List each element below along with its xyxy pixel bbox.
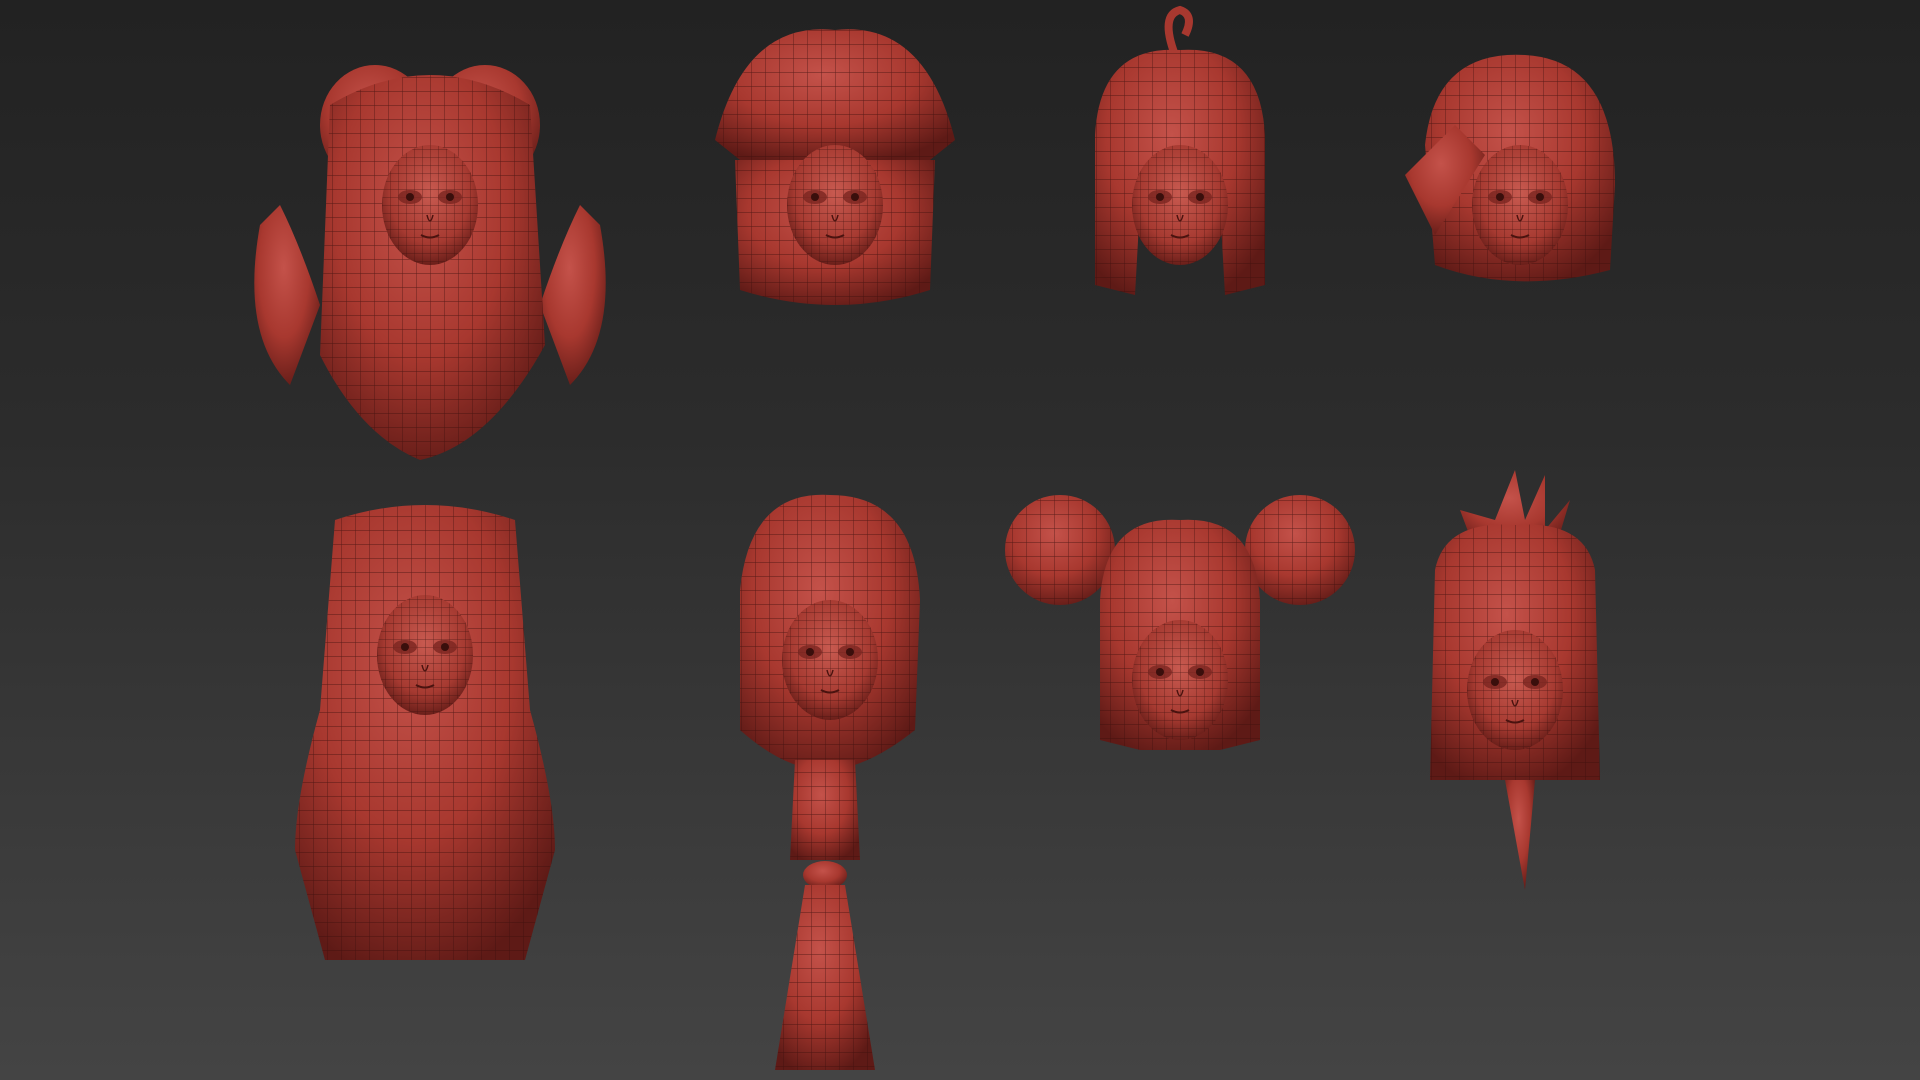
viewport[interactable] (0, 0, 1920, 1080)
head-model-twin-tails[interactable] (254, 65, 606, 460)
head-model-long-braid[interactable] (740, 494, 920, 1070)
head-model-antenna-curl[interactable] (1095, 5, 1265, 295)
head-model-long-straight[interactable] (295, 505, 555, 960)
head-model-spiky-ponytail[interactable] (1430, 470, 1600, 890)
head-model-double-buns[interactable] (1005, 495, 1355, 750)
head-model-side-swept[interactable] (1405, 54, 1615, 282)
head-model-wide-bangs[interactable] (715, 29, 955, 305)
model-sheet (254, 5, 1615, 1070)
